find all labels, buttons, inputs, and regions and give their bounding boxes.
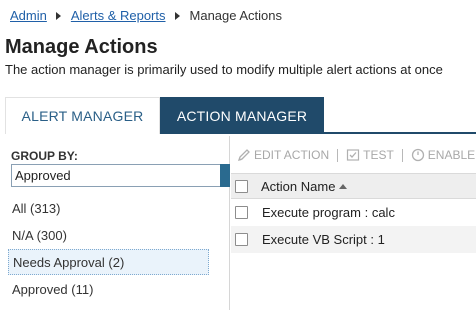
- column-action-name[interactable]: Action Name: [261, 179, 348, 194]
- row-checkbox[interactable]: [235, 233, 248, 246]
- group-by-select[interactable]: Approved: [11, 164, 230, 187]
- actions-toolbar: EDIT ACTION TEST ENABLE: [237, 148, 475, 162]
- test-icon: [347, 149, 360, 161]
- page-description: The action manager is primarily used to …: [5, 62, 443, 77]
- table-row[interactable]: Execute program : calc: [231, 199, 476, 226]
- enable-button[interactable]: ENABLE: [411, 148, 475, 162]
- breadcrumb-admin-link[interactable]: Admin: [10, 8, 47, 23]
- group-item-approved[interactable]: Approved (11): [8, 276, 209, 302]
- enable-icon: [411, 148, 424, 162]
- group-list: All (313) N/A (300) Needs Approval (2) A…: [8, 195, 209, 303]
- row-checkbox[interactable]: [235, 206, 248, 219]
- tab-bar: ALERT MANAGER ACTION MANAGER: [5, 97, 476, 134]
- action-name-cell: Execute VB Script : 1: [262, 232, 385, 247]
- toolbar-divider: [337, 148, 339, 162]
- group-item-na[interactable]: N/A (300): [8, 222, 209, 248]
- breadcrumb: Admin Alerts & Reports Manage Actions: [10, 8, 282, 23]
- group-item-all[interactable]: All (313): [8, 195, 209, 221]
- edit-action-label: EDIT ACTION: [254, 148, 330, 162]
- breadcrumb-separator-icon: [55, 11, 61, 20]
- edit-action-button[interactable]: EDIT ACTION: [237, 148, 329, 162]
- pencil-icon: [237, 149, 250, 162]
- group-by-selected-value: Approved: [15, 168, 71, 183]
- sort-ascending-icon: [339, 184, 348, 189]
- group-item-needs-approval[interactable]: Needs Approval (2): [8, 249, 209, 275]
- breadcrumb-current: Manage Actions: [189, 8, 283, 23]
- grid-header: Action Name: [231, 173, 476, 199]
- select-all-checkbox[interactable]: [235, 180, 248, 193]
- group-by-label: GROUP BY:: [11, 149, 78, 163]
- enable-label: ENABLE: [427, 148, 476, 162]
- dropdown-arrow-icon[interactable]: [220, 164, 230, 187]
- breadcrumb-separator-icon: [174, 11, 180, 20]
- test-button[interactable]: TEST: [346, 148, 394, 162]
- tab-action-manager[interactable]: ACTION MANAGER: [160, 97, 324, 134]
- breadcrumb-alerts-reports-link[interactable]: Alerts & Reports: [71, 8, 166, 23]
- toolbar-divider: [401, 148, 403, 162]
- column-action-name-label: Action Name: [261, 179, 336, 194]
- test-label: TEST: [363, 148, 394, 162]
- group-by-panel: GROUP BY: Approved All (313) N/A (300) N…: [5, 136, 230, 310]
- actions-panel: EDIT ACTION TEST ENABLE Action Name Exec…: [231, 136, 476, 310]
- tab-alert-manager[interactable]: ALERT MANAGER: [5, 97, 160, 134]
- table-row[interactable]: Execute VB Script : 1: [231, 226, 476, 253]
- action-name-cell: Execute program : calc: [262, 205, 395, 220]
- page-title: Manage Actions: [5, 36, 158, 58]
